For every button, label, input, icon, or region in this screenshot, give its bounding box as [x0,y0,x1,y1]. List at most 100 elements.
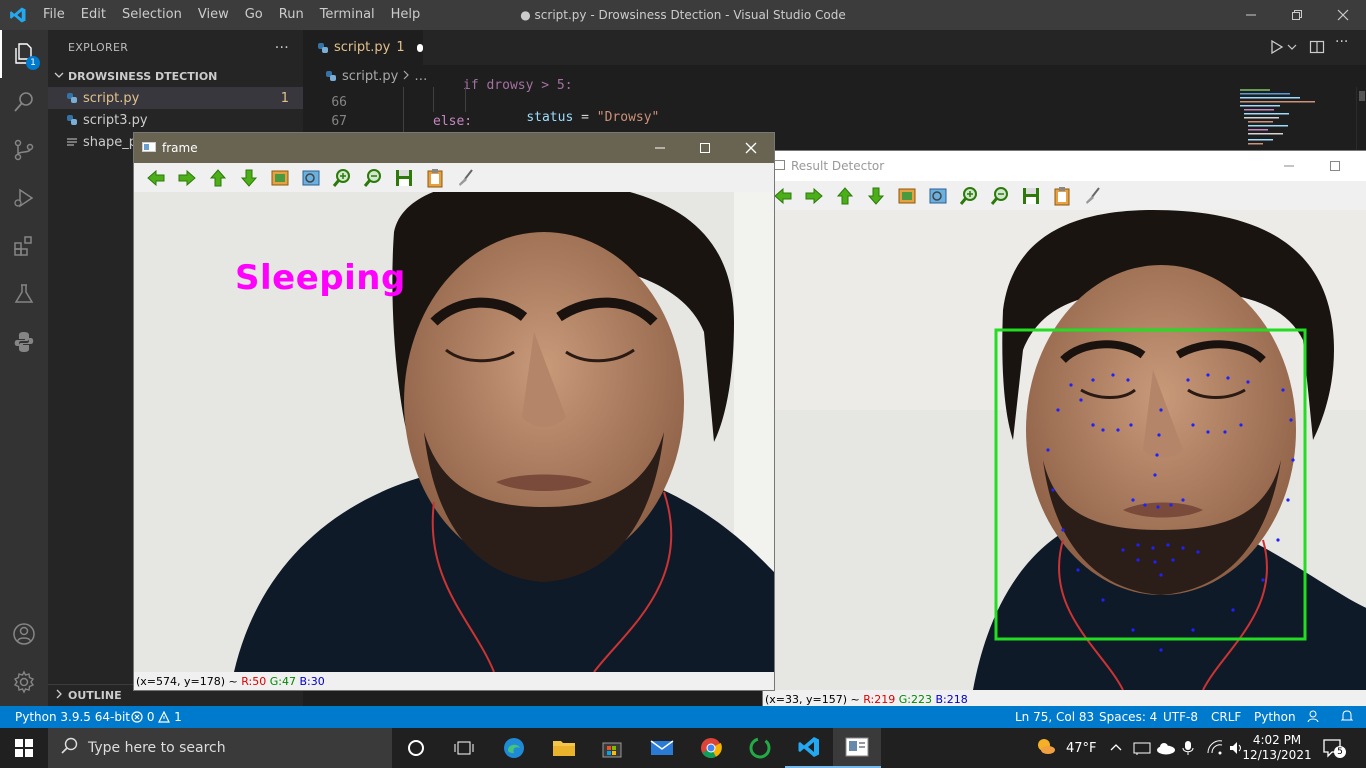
more-actions-icon[interactable]: ··· [1335,34,1348,50]
microphone-icon[interactable] [1182,728,1194,768]
properties-brush-icon[interactable] [1077,183,1108,209]
pixel-blue: B:218 [935,693,968,706]
clock[interactable]: 4:02 PM 12/13/2021 [1242,728,1311,768]
title-bar: File Edit Selection View Go Run Terminal… [0,0,1366,30]
mail-icon[interactable] [638,728,686,768]
close-button[interactable] [745,133,757,163]
search-icon[interactable] [0,78,48,126]
menu-view[interactable]: View [190,0,237,30]
menu-help[interactable]: Help [383,0,429,30]
zoom-fit-icon[interactable] [891,183,922,209]
minimize-button[interactable] [1228,0,1274,30]
menu-terminal[interactable]: Terminal [312,0,383,30]
tab-script-py[interactable]: script.py 1 [303,30,423,65]
frame-window-titlebar[interactable]: frame [134,133,774,163]
menu-edit[interactable]: Edit [73,0,114,30]
cursor-position[interactable]: Ln 75, Col 83 [1015,706,1094,728]
frame-face-image [134,192,774,672]
chevron-down-icon[interactable] [1287,39,1297,59]
microsoft-store-icon[interactable] [588,728,636,768]
save-icon[interactable] [388,165,419,191]
minimize-button[interactable] [1283,151,1295,181]
spotify-like-icon[interactable] [736,728,784,768]
code-string: "Drowsy" [596,110,660,125]
python-interpreter[interactable]: Python 3.9.5 64-bit [15,706,130,728]
taskbar-search[interactable]: Type here to search [48,728,392,768]
maximize-button[interactable] [699,133,711,163]
zoom-original-icon[interactable] [295,165,326,191]
file-explorer-icon[interactable] [540,728,588,768]
pan-left-arrow-icon[interactable] [140,165,171,191]
menu-go[interactable]: Go [237,0,271,30]
zoom-original-icon[interactable] [922,183,953,209]
python-window-taskbar-icon[interactable] [833,728,881,768]
vscode-logo-icon [0,0,35,30]
menu-selection[interactable]: Selection [114,0,190,30]
network-drive-icon[interactable] [1133,728,1151,768]
chrome-icon[interactable] [687,728,735,768]
copy-clipboard-icon[interactable] [419,165,450,191]
vscode-taskbar-icon[interactable] [785,728,833,768]
encoding[interactable]: UTF-8 [1163,706,1198,728]
indentation[interactable]: Spaces: 4 [1099,706,1157,728]
maximize-button[interactable] [1329,151,1341,181]
weather-widget[interactable]: 47°F [1036,728,1097,768]
python-icon[interactable] [0,318,48,366]
unsaved-dot-icon[interactable] [416,43,423,52]
pan-up-arrow-icon[interactable] [829,183,860,209]
minimize-button[interactable] [654,133,666,163]
onedrive-cloud-icon[interactable] [1156,728,1176,768]
cortana-icon[interactable] [392,728,440,768]
restore-button[interactable] [1274,0,1320,30]
zoom-out-icon[interactable] [984,183,1015,209]
accounts-icon[interactable] [0,610,48,658]
python-file-icon [317,42,329,54]
folder-header[interactable]: DROWSINESS DTECTION [48,65,303,87]
zoom-in-icon[interactable] [953,183,984,209]
testing-flask-icon[interactable] [0,270,48,318]
problems-indicator[interactable]: 0 1 [131,706,182,728]
frame-window[interactable]: frame Sleeping (x=574, y=178) ~ R:50 G:4… [133,132,775,691]
pan-down-arrow-icon[interactable] [233,165,264,191]
breadcrumb-file[interactable]: script.py [342,69,398,84]
action-center-icon[interactable]: 5 [1322,728,1346,768]
zoom-out-icon[interactable] [357,165,388,191]
result-window-titlebar[interactable]: Result Detector [763,151,1366,181]
save-icon[interactable] [1015,183,1046,209]
more-actions-icon[interactable]: ··· [275,40,289,56]
result-image[interactable] [763,210,1366,690]
pan-up-arrow-icon[interactable] [202,165,233,191]
edge-browser-icon[interactable] [490,728,538,768]
close-button[interactable] [1320,0,1366,30]
menu-run[interactable]: Run [271,0,312,30]
pan-down-arrow-icon[interactable] [860,183,891,209]
language-mode[interactable]: Python [1254,706,1296,728]
run-python-icon[interactable] [1269,39,1285,59]
pan-right-arrow-icon[interactable] [171,165,202,191]
frame-image[interactable]: Sleeping [134,192,774,672]
notifications-bell-icon[interactable] [1340,706,1354,728]
breadcrumb-symbol[interactable]: … [414,69,427,84]
pan-right-arrow-icon[interactable] [798,183,829,209]
copy-clipboard-icon[interactable] [1046,183,1077,209]
zoom-in-icon[interactable] [326,165,357,191]
split-editor-icon[interactable] [1309,39,1325,59]
windows-start-icon[interactable] [0,728,48,768]
show-hidden-icons-chevron-icon[interactable] [1110,728,1122,768]
line-ending[interactable]: CRLF [1211,706,1241,728]
feedback-icon[interactable] [1306,706,1320,728]
properties-brush-icon[interactable] [450,165,481,191]
file-item-script-py[interactable]: script.py 1 [48,87,303,109]
extensions-icon[interactable] [0,222,48,270]
explorer-icon[interactable]: 1 [0,30,48,78]
source-control-icon[interactable] [0,126,48,174]
result-detector-window[interactable]: Result Detector (x=33, y=157) ~ R:219 G:… [762,150,1366,710]
task-view-icon[interactable] [440,728,488,768]
zoom-fit-icon[interactable] [264,165,295,191]
settings-gear-icon[interactable] [0,658,48,706]
wifi-icon[interactable] [1206,728,1224,768]
run-debug-icon[interactable] [0,174,48,222]
scroll-thumb[interactable] [1359,91,1365,101]
file-item-script3-py[interactable]: script3.py [48,109,303,131]
menu-file[interactable]: File [35,0,73,30]
